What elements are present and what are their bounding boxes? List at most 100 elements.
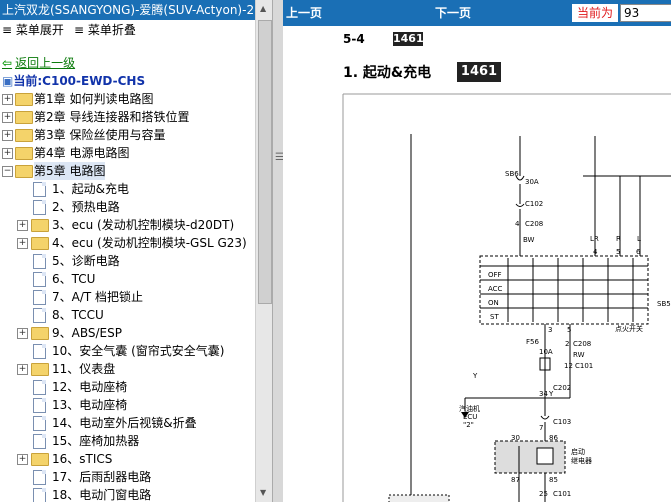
document-view: 5-4 1461 1. 起动&充电 1461 SB6 30A C102 C208… [283,26,671,502]
folder-icon [15,147,33,160]
menu-expand-button[interactable]: ≡ 菜单展开 [2,20,64,40]
tree-child-item[interactable]: 5、诊断电路 [0,252,255,270]
tree-item-chapter4[interactable]: + 第4章 电源电路图 [0,144,255,162]
tree-child-label: 18、电动门窗电路 [52,488,152,502]
document-icon [33,416,46,431]
current-location: ▣当前:C100-EWD-CHS [2,72,145,89]
tree-item-chapter3[interactable]: + 第3章 保险丝使用与容量 [0,126,255,144]
tree-child-item[interactable]: +9、ABS/ESP [0,324,255,342]
current-page-label: 当前为 [572,4,618,22]
left-scrollbar[interactable]: ▲ ▼ [255,0,272,502]
document-icon [33,380,46,395]
tree-child-item[interactable]: +16、sTICS [0,450,255,468]
next-page-button[interactable]: 下一页 [435,4,471,21]
back-link[interactable]: ⇦ 返回上一级 [2,54,75,71]
expand-icon[interactable]: + [17,238,28,249]
tree-child-item[interactable]: 14、电动室外后视镜&折叠 [0,414,255,432]
scroll-up-icon[interactable]: ▲ [260,4,266,13]
tree-item-label: 第2章 导线连接器和搭铁位置 [34,110,190,124]
tree-child-item[interactable]: 1、起动&充电 [0,180,255,198]
expand-icon[interactable]: + [17,454,28,465]
document-icon [33,434,46,449]
tree-child-item[interactable]: 18、电动门窗电路 [0,486,255,502]
expand-icon[interactable]: + [2,130,13,141]
tree-child-item[interactable]: 12、电动座椅 [0,378,255,396]
label-ecu2: ECU [463,413,477,421]
label-bw: BW [523,236,535,244]
expand-icon[interactable]: + [17,220,28,231]
folder-icon [31,363,49,376]
tree-child-label: 4、ecu (发动机控制模块-GSL G23) [52,236,247,250]
navigation-pane: 上汽双龙(SSANGYONG)-爱腾(SUV-Actyon)-2 ≡ 菜单展开 … [0,0,272,502]
tree-child-item[interactable]: 8、TCCU [0,306,255,324]
expand-icon[interactable]: + [17,328,28,339]
expand-icon[interactable]: + [2,112,13,123]
label-r: R [616,235,621,243]
tree-child-item[interactable]: 6、TCU [0,270,255,288]
document-icon [33,488,46,502]
label-sb-right: SB5 [657,300,671,308]
tree-child-item[interactable]: +4、ecu (发动机控制模块-GSL G23) [0,234,255,252]
document-icon [33,200,46,215]
tree-child-label: 5、诊断电路 [52,254,120,268]
menu-collapse-label: 菜单折叠 [87,23,136,37]
tree-child-label: 2、预热电路 [52,200,120,214]
tree-item-label: 第1章 如何判读电路图 [34,92,154,106]
label-sb6: SB6 [505,170,519,178]
label-ignition: 点火开关 [615,324,643,333]
scrollbar-thumb[interactable] [258,20,272,304]
folder-icon [31,327,49,340]
document-pane: 上一页 下一页 当前为 5-4 1461 1. 起动&充电 1461 [283,0,671,502]
collapse-icon[interactable]: − [2,166,13,177]
label-n3: 3 [548,326,552,334]
tree-child-label: 12、电动座椅 [52,380,128,394]
tree-child-item[interactable]: 10、安全气囊 (窗帘式安全气囊) [0,342,255,360]
back-arrow-icon: ⇦ [2,56,13,70]
page-number-input[interactable] [620,4,671,22]
label-off: OFF [488,271,502,279]
label-sb6-amp: 30A [525,178,539,186]
expand-icon[interactable]: + [2,94,13,105]
tree-child-label: 10、安全气囊 (窗帘式安全气囊) [52,344,225,358]
document-icon [33,254,46,269]
label-n34: 34 [539,390,548,398]
tree-child-label: 14、电动室外后视镜&折叠 [52,416,197,430]
tree-item-chapter2[interactable]: + 第2章 导线连接器和搭铁位置 [0,108,255,126]
tree-item-label: 第5章 电路图 [34,162,106,180]
tree-child-label: 17、后雨刮器电路 [52,470,152,484]
tree-child-item[interactable]: +3、ecu (发动机控制模块-d20DT) [0,216,255,234]
tree-child-label: 1、起动&充电 [52,182,129,196]
label-c101b: C101 [553,490,571,498]
tree-item-chapter1[interactable]: + 第1章 如何判读电路图 [0,90,255,108]
label-n2: 2 [565,340,569,348]
label-n5: 5 [616,248,620,256]
tree-child-item[interactable]: 13、电动座椅 [0,396,255,414]
tree-child-item[interactable]: +11、仪表盘 [0,360,255,378]
expand-icon[interactable]: + [17,364,28,375]
wiring-diagram: SB6 30A C102 C208 4 BW LR R L 4 5 6 OFF … [342,93,671,502]
tree-child-item[interactable]: 15、座椅加热器 [0,432,255,450]
label-r87: 87 [511,476,520,484]
prev-page-button[interactable]: 上一页 [286,4,322,21]
scroll-down-icon[interactable]: ▼ [260,488,266,497]
label-c103: C103 [553,418,571,426]
label-y1: Y [472,372,478,380]
folder-icon [31,453,49,466]
label-n25: 25 [539,490,548,498]
label-n6: 6 [636,248,641,256]
label-c101: C101 [575,362,593,370]
tree-child-item[interactable]: 17、后雨刮器电路 [0,468,255,486]
menu-collapse-button[interactable]: ≡ 菜单折叠 [74,20,136,40]
back-link-label: 返回上一级 [15,56,76,70]
label-n5b: 5 [567,326,571,334]
computer-icon: ▣ [2,74,14,88]
tree-child-item[interactable]: 7、A/T 档把锁止 [0,288,255,306]
menu-icon: ≡ [74,23,85,37]
open-folder-icon [15,165,33,178]
label-r86: 86 [549,434,558,442]
tree-child-item[interactable]: 2、预热电路 [0,198,255,216]
tree-item-chapter5[interactable]: − 第5章 电路图 [0,162,255,180]
label-acc: ACC [488,285,503,293]
label-ecu: 汽油机 [459,404,480,413]
expand-icon[interactable]: + [2,148,13,159]
